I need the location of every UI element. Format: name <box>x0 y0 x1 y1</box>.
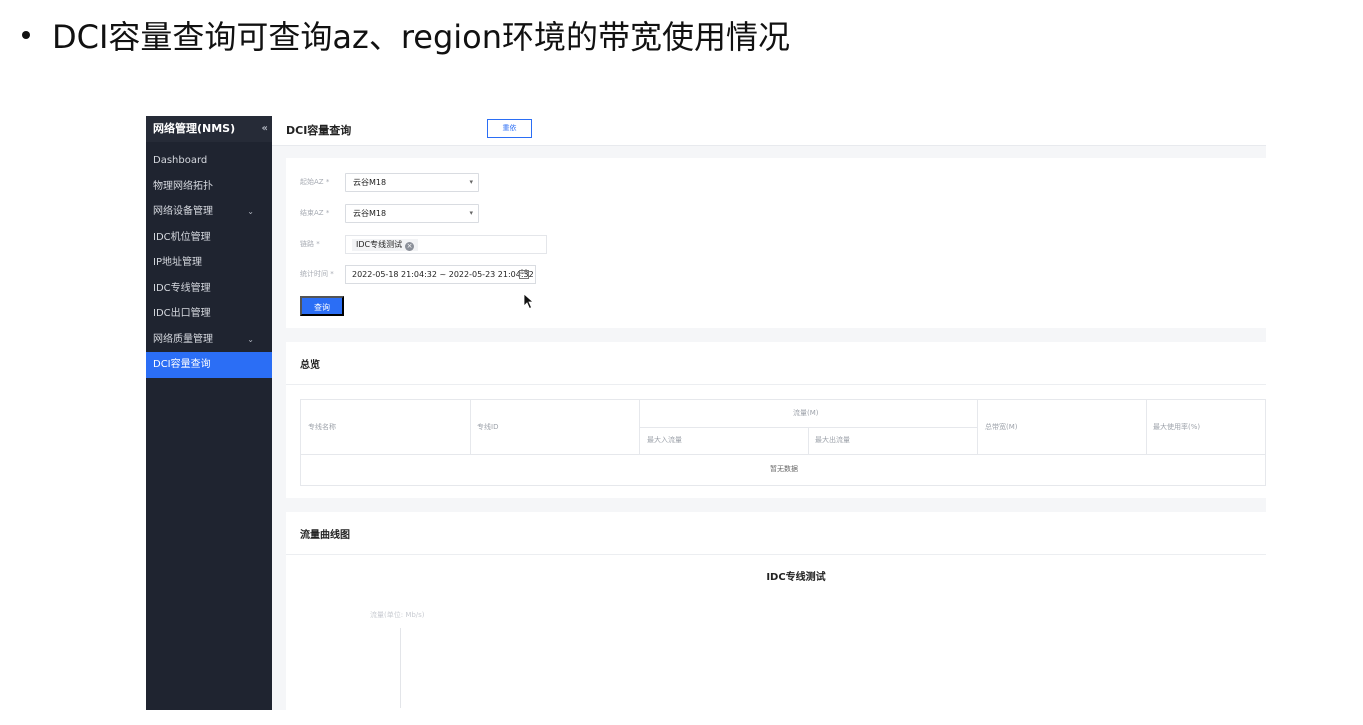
chart-section-title: 流量曲线图 <box>300 530 350 541</box>
app-window: 网络管理(NMS) « Dashboard 物理网络拓扑 网络设备管理 ⌄ IDC… <box>146 116 1266 710</box>
column-header-max-out: 最大出流量 <box>815 436 850 444</box>
link-tag: IDC专线测试 × <box>352 239 419 251</box>
sidebar-item-idc-leased-line[interactable]: IDC专线管理 <box>146 276 272 302</box>
sidebar: 网络管理(NMS) « Dashboard 物理网络拓扑 网络设备管理 ⌄ IDC… <box>146 116 272 710</box>
sidebar-item-ip-address[interactable]: IP地址管理 <box>146 250 272 276</box>
sidebar-item-device-management[interactable]: 网络设备管理 ⌄ <box>146 199 272 225</box>
sidebar-brand: 网络管理(NMS) « <box>146 116 272 142</box>
sidebar-item-label: IP地址管理 <box>153 257 202 268</box>
sidebar-item-physical-topology[interactable]: 物理网络拓扑 <box>146 174 272 200</box>
query-form-card: 起始AZ * 云谷M18 ▾ 结束AZ * 云谷M18 ▾ 链路 * IDC专线… <box>286 158 1266 328</box>
column-header-name: 专线名称 <box>308 423 336 431</box>
y-axis-unit-label: 流量(单位: Mb/s) <box>370 611 425 619</box>
table-grid-line <box>808 427 809 454</box>
close-icon[interactable]: × <box>405 242 415 251</box>
empty-state-text: 暂无数据 <box>770 465 798 473</box>
brand-label: 网络管理(NMS) <box>153 122 236 135</box>
sidebar-item-label: IDC机位管理 <box>153 231 211 243</box>
chevron-down-icon: ⌄ <box>247 207 254 216</box>
link-row: 链路 * IDC专线测试 × <box>300 235 900 255</box>
column-header-max-in: 最大入流量 <box>647 436 682 444</box>
sidebar-item-dci-capacity[interactable]: DCI容量查询 <box>146 352 272 378</box>
slide-title-text: DCI容量查询可查询az、region环境的带宽使用情况 <box>52 18 791 56</box>
y-axis-line <box>400 628 401 708</box>
end-az-label: 结束AZ * <box>300 209 330 217</box>
overview-title: 总览 <box>300 360 320 371</box>
sidebar-item-idc-rack[interactable]: IDC机位管理 <box>146 225 272 251</box>
time-label: 统计时间 * <box>300 270 334 278</box>
end-az-select[interactable]: 云谷M18 ▾ <box>345 204 479 223</box>
mouse-pointer-icon <box>523 293 535 310</box>
sidebar-item-label: IDC专线管理 <box>153 282 211 294</box>
column-header-max-usage: 最大使用率(%) <box>1153 423 1201 431</box>
collapse-icon[interactable]: « <box>262 116 268 142</box>
chart-title: IDC专线测试 <box>766 572 826 583</box>
chevron-down-icon: ▾ <box>469 178 473 186</box>
sidebar-item-network-quality[interactable]: 网络质量管理 ⌄ <box>146 327 272 353</box>
sidebar-item-label: 网络设备管理 <box>153 206 213 217</box>
sidebar-item-label: 网络质量管理 <box>153 333 213 345</box>
sidebar-item-dashboard[interactable]: Dashboard <box>146 148 272 174</box>
link-label: 链路 * <box>300 240 320 248</box>
traffic-chart-card: 流量曲线图 IDC专线测试 流量(单位: Mb/s) <box>286 512 1266 710</box>
table-grid-line <box>1146 400 1147 454</box>
table-grid-line <box>470 400 471 454</box>
sidebar-nav: Dashboard 物理网络拓扑 网络设备管理 ⌄ IDC机位管理 IP地址管理 … <box>146 148 272 378</box>
page-title: DCI容量查询 <box>286 124 352 137</box>
overview-table: 专线名称 专线ID 流量(M) 最大入流量 最大出流量 总带宽(M) 最大使用率… <box>300 399 1266 486</box>
sidebar-item-label: DCI容量查询 <box>153 359 211 370</box>
chevron-down-icon: ⌄ <box>247 334 254 344</box>
date-range-value: 2022-05-18 21:04:32 ~ 2022-05-23 21:04:3… <box>352 270 534 279</box>
column-header-id: 专线ID <box>477 423 499 431</box>
query-button[interactable]: 查询 <box>300 296 344 316</box>
bullet-icon <box>22 31 30 39</box>
page-header: DCI容量查询 重依 <box>272 116 1266 146</box>
link-select[interactable]: IDC专线测试 × <box>345 235 547 254</box>
time-row: 统计时间 * 2022-05-18 21:04:32 ~ 2022-05-23 … <box>300 265 900 285</box>
table-grid-line <box>977 400 978 454</box>
end-az-row: 结束AZ * 云谷M18 ▾ <box>300 204 900 224</box>
overview-card: 总览 专线名称 专线ID 流量(M) 最大入流量 最大出流量 总带宽(M) 最大… <box>286 342 1266 498</box>
end-az-value: 云谷M18 <box>353 209 387 218</box>
column-header-traffic: 流量(M) <box>793 409 819 417</box>
start-az-select[interactable]: 云谷M18 ▾ <box>345 173 479 192</box>
sidebar-item-label: IDC出口管理 <box>153 308 211 319</box>
start-az-label: 起始AZ * <box>300 178 330 186</box>
slide-title: DCI容量查询可查询az、region环境的带宽使用情况 <box>22 12 790 58</box>
sidebar-item-label: 物理网络拓扑 <box>153 180 213 192</box>
start-az-value: 云谷M18 <box>353 178 387 187</box>
table-grid-line <box>639 427 977 428</box>
date-range-picker[interactable]: 2022-05-18 21:04:32 ~ 2022-05-23 21:04:3… <box>345 265 536 284</box>
start-az-row: 起始AZ * 云谷M18 ▾ <box>300 173 900 193</box>
table-grid-line <box>301 454 1266 455</box>
sidebar-item-idc-egress[interactable]: IDC出口管理 <box>146 301 272 327</box>
calendar-icon <box>519 269 529 279</box>
column-header-total-bandwidth: 总带宽(M) <box>985 423 1018 431</box>
sidebar-item-label: Dashboard <box>153 155 208 166</box>
divider <box>286 554 1266 555</box>
chevron-down-icon: ▾ <box>469 209 473 217</box>
divider <box>286 384 1266 385</box>
reset-button[interactable]: 重依 <box>487 119 532 138</box>
